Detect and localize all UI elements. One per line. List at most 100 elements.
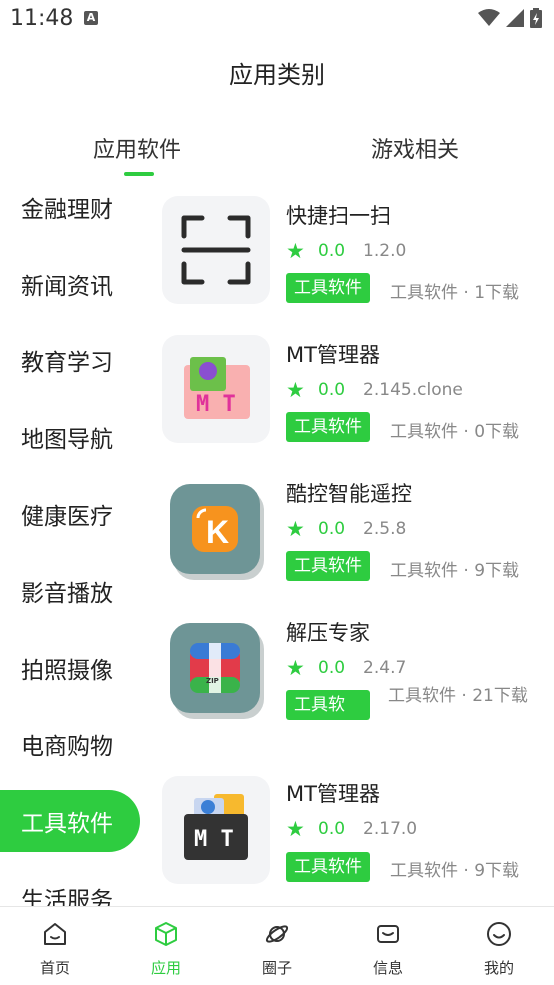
planet-icon [265,925,289,943]
zip-icon-text: ZIP [206,677,219,685]
sidebar-item-label: 电商购物 [21,734,113,760]
app-meta: 工具软件 · 1下载 [390,283,520,303]
nav-circle[interactable]: 圈子 [222,907,332,985]
message-icon [377,925,399,943]
battery-icon [530,8,542,28]
star-icon: ★ [286,517,305,541]
category-sidebar: 金融理财 新闻资讯 教育学习 地图导航 健康医疗 影音播放 拍照摄像 电商购物 … [0,186,150,908]
app-item[interactable]: M T MT管理器 ★ 0.0 2.17.0 工具软件 工具软件 · 9下载 [150,768,554,907]
kukong-remote-icon: K [170,484,264,580]
sidebar-item-label: 教育学习 [21,350,113,376]
app-version: 2.145.clone [363,380,463,400]
app-rating: ★ 0.0 2.145.clone [286,378,463,402]
apps-cube-icon [155,922,177,946]
app-score: 0.0 [318,380,346,400]
scanner-app-icon [162,196,270,304]
sidebar-item-label: 影音播放 [21,581,113,607]
nav-label: 应用 [150,959,181,977]
star-icon: ★ [286,817,305,841]
nav-apps[interactable]: 应用 [111,907,221,985]
star-icon: ★ [286,656,305,680]
app-meta: 工具软件 · 21下载 [388,686,528,706]
notification-a-icon: A [84,11,98,25]
nav-profile[interactable]: 我的 [444,907,554,985]
category-tabs: 应用软件 游戏相关 [0,130,554,180]
sidebar-item-label: 生活服务 [21,888,113,908]
mt-manager-app-icon: M T [162,776,270,884]
app-meta: 工具软件 · 9下载 [390,861,520,881]
home-icon [44,923,66,945]
app-name: MT管理器 [286,782,380,806]
scan-frame-icon [181,215,251,285]
mt-box-icon: M T [184,794,248,860]
zip-archive-icon: ZIP [170,623,264,719]
sidebar-item-label: 工具软件 [21,811,113,837]
sidebar-item-camera[interactable]: 拍照摄像 [0,637,140,699]
app-meta: 工具软件 · 0下载 [390,422,520,442]
sidebar-item-tools[interactable]: 工具软件 [0,790,140,852]
app-rating: ★ 0.0 2.17.0 [286,817,417,841]
nav-label: 圈子 [261,959,292,977]
app-item[interactable]: K 酷控智能遥控 ★ 0.0 2.5.8 工具软件 工具软件 · 9下载 [150,464,554,603]
app-version: 1.2.0 [363,241,407,261]
app-rating: ★ 0.0 2.5.8 [286,517,406,541]
app-version: 2.5.8 [363,519,407,539]
sidebar-item-education[interactable]: 教育学习 [0,329,140,391]
tab-apps[interactable]: 应用软件 [93,132,181,164]
app-tag: 工具软件 [286,412,370,442]
app-version: 2.17.0 [363,819,418,839]
tab-games[interactable]: 游戏相关 [371,132,459,164]
app-score: 0.0 [318,519,346,539]
unzip-app-icon: ZIP [162,613,270,721]
page-title: 应用类别 [229,61,325,89]
nav-home[interactable]: 首页 [0,907,110,985]
sidebar-item-shopping[interactable]: 电商购物 [0,713,140,775]
bottom-nav: 首页 应用 圈子 信息 我的 [0,906,554,985]
kukong-icon-text: K [206,514,229,550]
mt-folder-icon: M T [184,357,250,419]
app-name: MT管理器 [286,343,380,367]
sidebar-item-media[interactable]: 影音播放 [0,560,140,622]
status-time: 11:48 [10,6,74,31]
sidebar-item-label: 新闻资讯 [21,274,113,300]
app-name: 酷控智能遥控 [286,482,412,506]
sidebar-item-health[interactable]: 健康医疗 [0,483,140,545]
star-icon: ★ [286,239,305,263]
app-tag: 工具软件 [286,273,370,303]
profile-icon [487,922,511,946]
app-score: 0.0 [318,658,346,678]
kukong-app-icon: K [162,474,270,582]
app-tag: 工具软件 [286,551,370,581]
mt-icon-text: M T [194,827,234,852]
app-score: 0.0 [318,819,346,839]
app-rating: ★ 0.0 2.4.7 [286,656,406,680]
nav-label: 信息 [372,959,403,977]
sidebar-item-label: 健康医疗 [21,504,113,530]
app-rating: ★ 0.0 1.2.0 [286,239,406,263]
app-meta: 工具软件 · 9下载 [390,561,520,581]
sidebar-item-map[interactable]: 地图导航 [0,406,140,468]
sidebar-item-label: 地图导航 [21,427,113,453]
app-name: 快捷扫一扫 [286,204,391,228]
signal-icon [506,9,524,27]
sidebar-item-news[interactable]: 新闻资讯 [0,253,140,315]
app-score: 0.0 [318,241,346,261]
app-tag: 工具软 [286,690,370,720]
sidebar-item-label: 拍照摄像 [21,658,113,684]
app-item[interactable]: M T MT管理器 ★ 0.0 2.145.clone 工具软件 工具软件 · … [150,325,554,464]
nav-label: 首页 [39,959,70,977]
app-name: 解压专家 [286,621,370,645]
nav-label: 我的 [483,959,514,977]
tab-indicator [124,172,154,176]
app-tag: 工具软件 [286,852,370,882]
app-item[interactable]: 快捷扫一扫 ★ 0.0 1.2.0 工具软件 工具软件 · 1下载 [150,186,554,325]
app-item[interactable]: ZIP 解压专家 ★ 0.0 2.4.7 工具软 工具软件 · 21下载 [150,603,554,742]
sidebar-item-life[interactable]: 生活服务 [0,867,140,908]
wifi-icon [478,9,500,26]
nav-messages[interactable]: 信息 [333,907,443,985]
status-bar: 11:48 A [0,0,554,38]
status-icons [478,8,542,28]
sidebar-item-finance[interactable]: 金融理财 [0,186,140,238]
app-version: 2.4.7 [363,658,407,678]
app-list: 快捷扫一扫 ★ 0.0 1.2.0 工具软件 工具软件 · 1下载 M T MT… [150,186,554,908]
